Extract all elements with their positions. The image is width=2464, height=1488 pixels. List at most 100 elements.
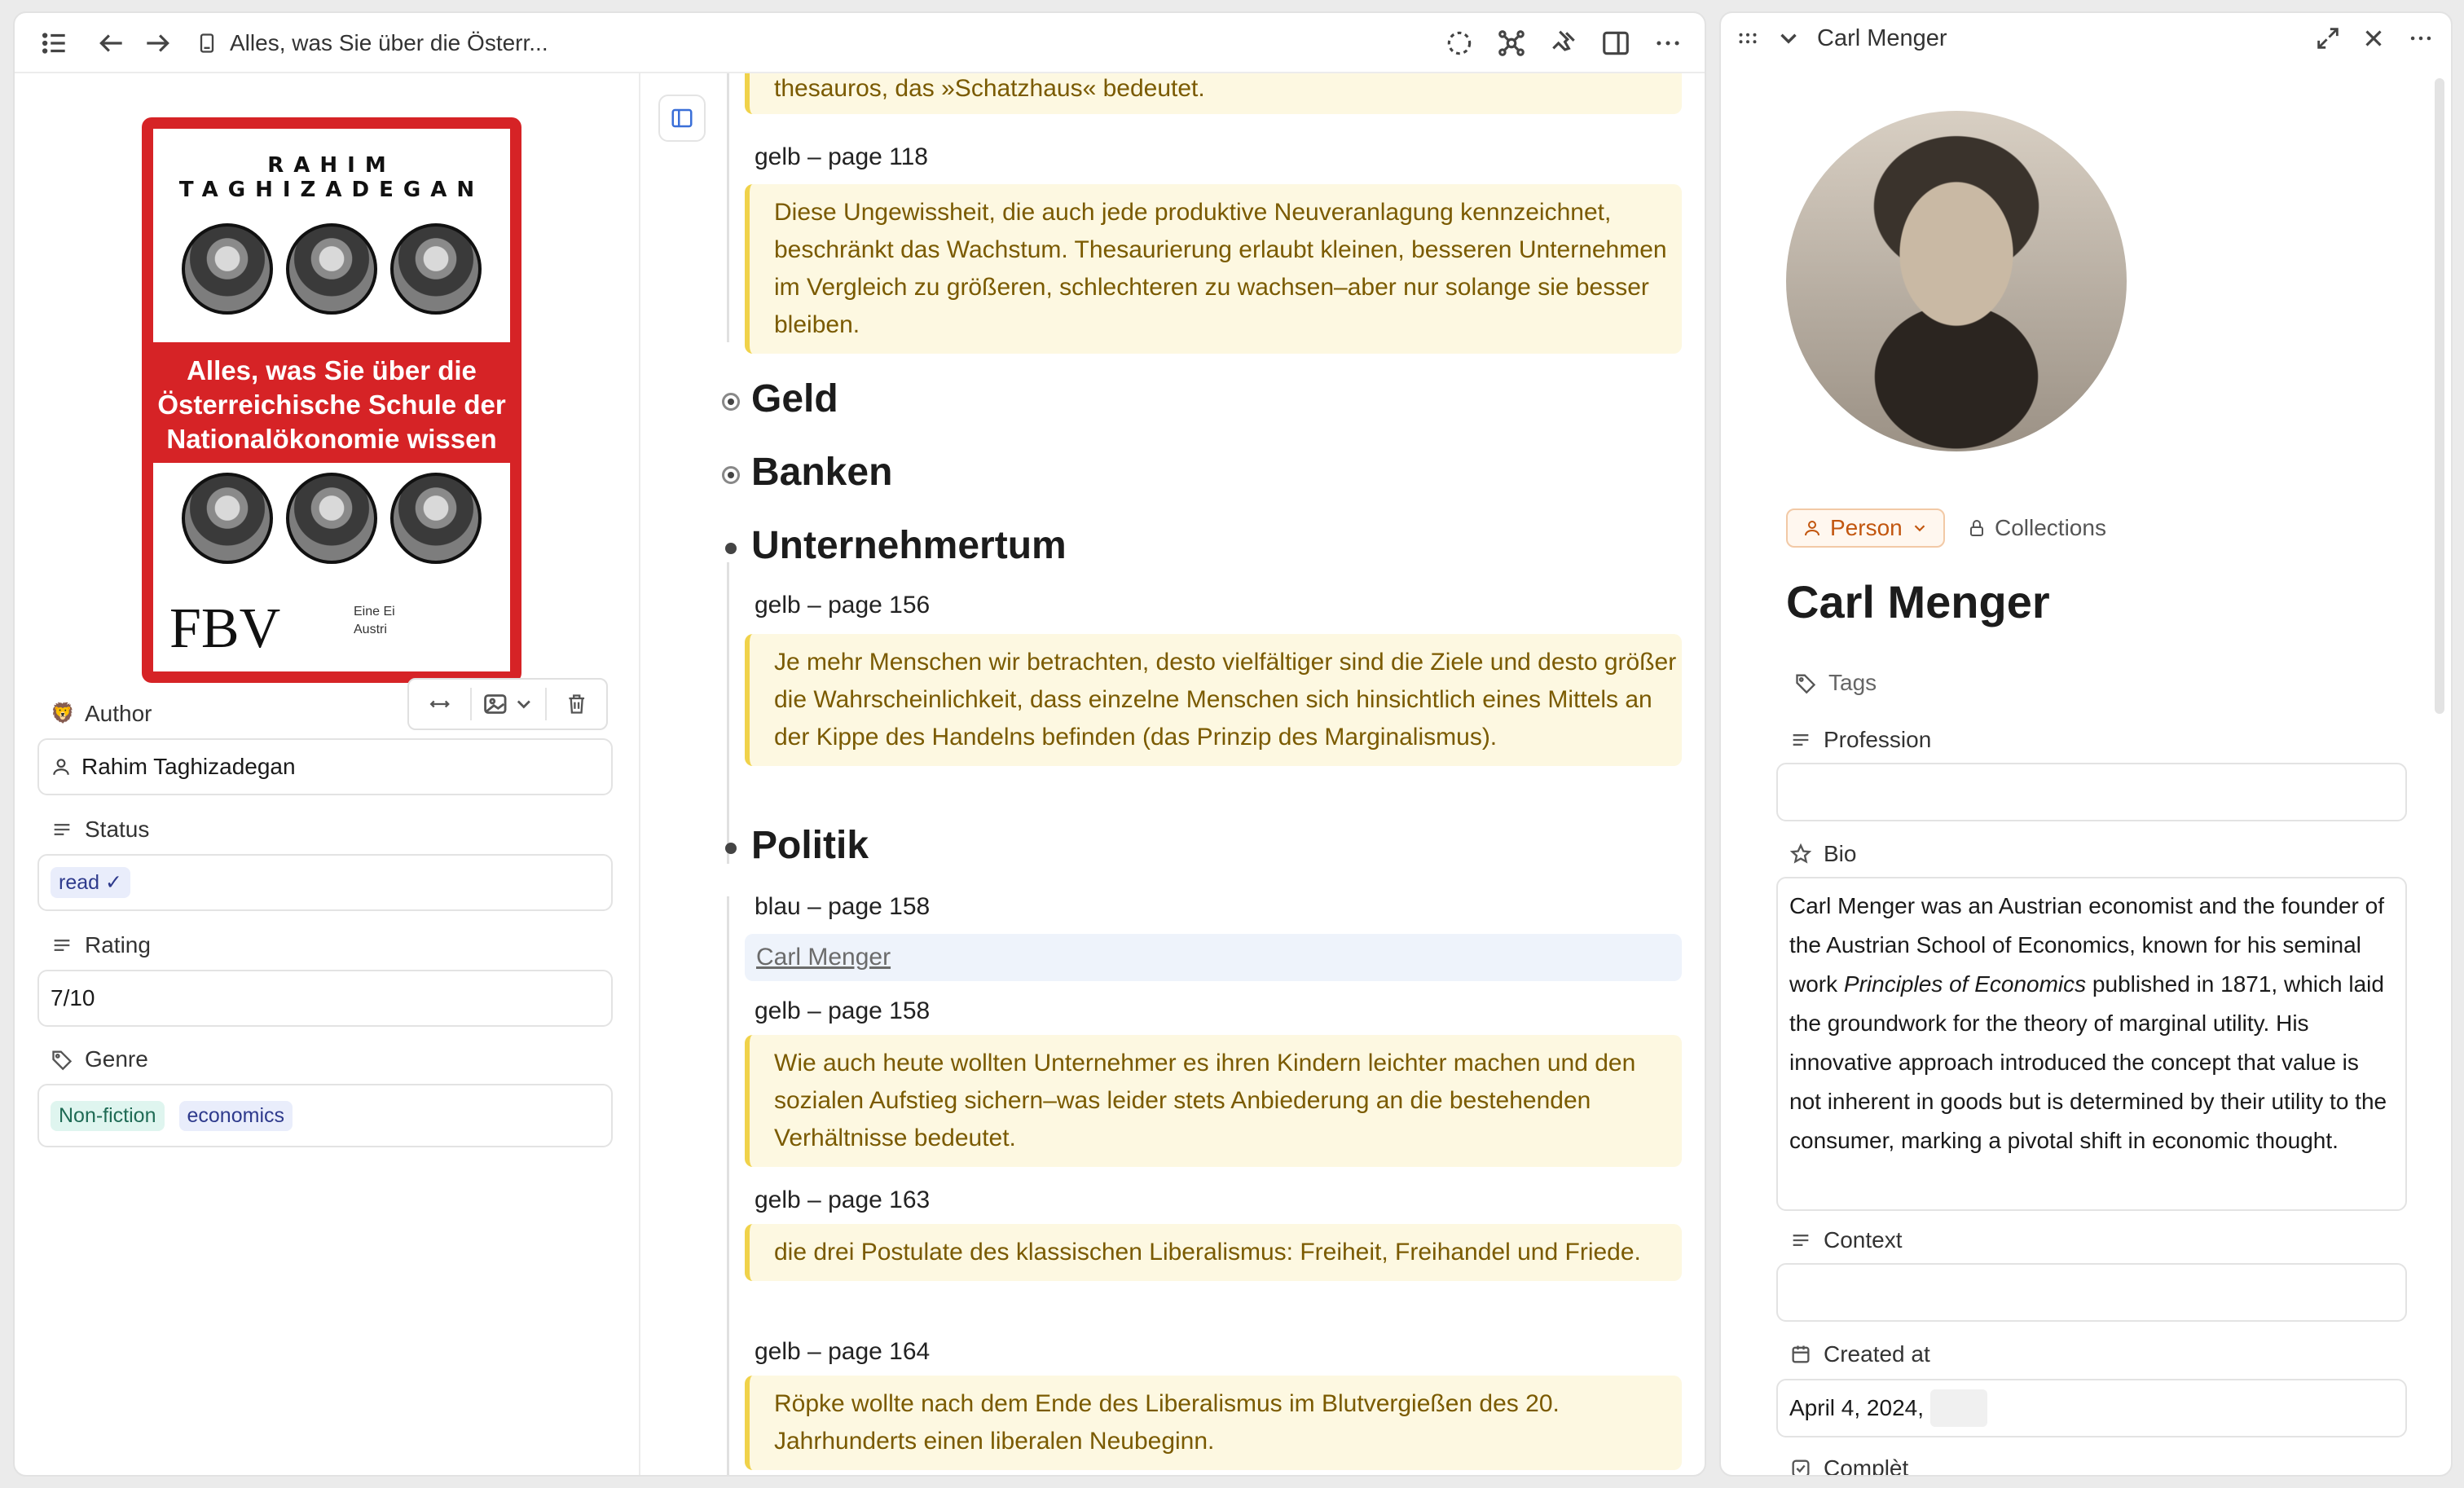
text-lines-icon bbox=[51, 818, 73, 841]
type-label: Person bbox=[1830, 515, 1903, 540]
outline-icon[interactable] bbox=[39, 28, 70, 59]
rating-field[interactable]: 7/10 bbox=[37, 970, 613, 1027]
created-at-label: Created at bbox=[1789, 1341, 1930, 1367]
highlight-quote[interactable]: Röpke wollte nach dem Ende des Liberalis… bbox=[745, 1376, 1682, 1470]
profile-photo[interactable] bbox=[1786, 111, 2127, 451]
close-icon[interactable] bbox=[2360, 24, 2387, 52]
heading-politik[interactable]: Politik bbox=[751, 823, 869, 868]
text-lines-icon bbox=[1789, 1229, 1812, 1252]
block-guide bbox=[727, 73, 729, 342]
calendar-icon bbox=[1789, 1343, 1812, 1366]
toggle-bullet[interactable] bbox=[722, 466, 740, 484]
portrait bbox=[390, 223, 482, 315]
sidebar-toggle-icon[interactable] bbox=[658, 95, 706, 142]
book-cover[interactable]: RAHIM TAGHIZADEGAN Alles, was Sie über d… bbox=[142, 117, 521, 683]
cover-bottom-panel: FBV Eine Ei Austri bbox=[153, 463, 510, 671]
highlight-meta: gelb – page 156 bbox=[755, 592, 931, 619]
created-at-field[interactable]: April 4, 2024, bbox=[1776, 1379, 2407, 1437]
context-field[interactable] bbox=[1776, 1263, 2407, 1322]
rating-label-text: Rating bbox=[85, 932, 151, 958]
peek-panel: Carl Menger Person Collections Carl Meng… bbox=[1719, 11, 2453, 1477]
tags-label: Tags bbox=[1828, 670, 1877, 695]
expand-icon[interactable] bbox=[2314, 24, 2342, 52]
person-icon bbox=[1802, 518, 1822, 538]
highlight-quote[interactable]: Wie auch heute wollten Unternehmer es ih… bbox=[745, 1035, 1682, 1167]
author-value[interactable]: Rahim Taghizadegan bbox=[81, 754, 296, 780]
drag-handle-icon[interactable] bbox=[1734, 24, 1762, 52]
cover-top-panel: RAHIM TAGHIZADEGAN bbox=[153, 129, 510, 342]
forward-arrow-icon[interactable] bbox=[142, 28, 173, 59]
profession-label-text: Profession bbox=[1824, 727, 1932, 752]
graph-icon[interactable] bbox=[1496, 28, 1527, 59]
block-guide bbox=[727, 562, 729, 864]
bio-text-part: published in 1871, which laid the ground… bbox=[1789, 971, 2387, 1153]
highlight-meta: gelb – page 158 bbox=[755, 997, 931, 1024]
cover-subtitle-line: Eine Ei bbox=[354, 605, 395, 619]
status-field[interactable]: read ✓ bbox=[37, 854, 613, 911]
author-field[interactable]: Rahim Taghizadegan bbox=[37, 738, 613, 795]
peek-header: Carl Menger bbox=[1721, 13, 2451, 64]
author-label-text: Author bbox=[85, 701, 152, 726]
status-label: Status bbox=[51, 817, 149, 843]
main-window: Alles, was Sie über die Österr... RAHIM … bbox=[13, 11, 1706, 1477]
rating-value[interactable]: 7/10 bbox=[51, 985, 95, 1011]
resize-width-icon[interactable] bbox=[409, 678, 470, 730]
image-options-icon[interactable] bbox=[472, 678, 544, 730]
status-badge[interactable]: read ✓ bbox=[51, 867, 130, 898]
list-bullet bbox=[725, 843, 737, 854]
created-at-label-text: Created at bbox=[1824, 1341, 1930, 1367]
entity-name[interactable]: Carl Menger bbox=[1786, 575, 2050, 628]
status-label-text: Status bbox=[85, 817, 150, 842]
peek-scrollbar[interactable] bbox=[2435, 78, 2444, 714]
portrait bbox=[182, 223, 273, 315]
block-guide bbox=[727, 896, 729, 1475]
portrait bbox=[286, 223, 377, 315]
tag-icon bbox=[1794, 671, 1817, 694]
chevron-down-icon[interactable] bbox=[1775, 24, 1802, 52]
heading-unternehmertum[interactable]: Unternehmertum bbox=[751, 523, 1067, 568]
bio-text: Carl Menger was an Austrian economist an… bbox=[1789, 878, 2394, 1169]
highlight-quote[interactable]: Je mehr Menschen wir betrachten, desto v… bbox=[745, 634, 1682, 766]
peek-title: Carl Menger bbox=[1817, 24, 1947, 51]
rating-label: Rating bbox=[51, 932, 151, 958]
text-lines-icon bbox=[51, 934, 73, 957]
tags-button[interactable]: Tags bbox=[1794, 670, 1877, 696]
heading-banken[interactable]: Banken bbox=[751, 450, 892, 495]
collections-button[interactable]: Collections bbox=[1967, 508, 2106, 548]
cover-portraits-top bbox=[153, 223, 510, 315]
trash-icon[interactable] bbox=[547, 678, 606, 730]
sync-icon[interactable] bbox=[1444, 28, 1475, 59]
tag-icon bbox=[51, 1048, 73, 1071]
genre-field[interactable]: Non-fiction economics bbox=[37, 1084, 613, 1147]
portrait bbox=[182, 473, 273, 564]
bio-label-text: Bio bbox=[1824, 841, 1857, 866]
profession-field[interactable] bbox=[1776, 763, 2407, 821]
more-icon[interactable] bbox=[1652, 28, 1683, 59]
cover-title-line: Österreichische Schule der bbox=[157, 390, 506, 420]
cover-publisher: FBV bbox=[169, 597, 281, 660]
carl-menger-link[interactable]: Carl Menger bbox=[745, 934, 1682, 981]
genre-tag[interactable]: economics bbox=[178, 1100, 293, 1131]
list-bullet bbox=[725, 543, 737, 554]
split-view-icon[interactable] bbox=[1600, 28, 1631, 59]
checkbox-icon bbox=[1789, 1457, 1812, 1475]
star-icon bbox=[1789, 843, 1812, 865]
toggle-bullet[interactable] bbox=[722, 393, 740, 411]
bio-label: Bio bbox=[1789, 841, 1856, 867]
bio-field[interactable]: Carl Menger was an Austrian economist an… bbox=[1776, 877, 2407, 1211]
properties-pane: RAHIM TAGHIZADEGAN Alles, was Sie über d… bbox=[15, 73, 640, 1475]
genre-tag[interactable]: Non-fiction bbox=[51, 1100, 165, 1131]
highlight-meta: gelb – page 118 bbox=[755, 143, 928, 170]
page-title[interactable]: Alles, was Sie über die Österr... bbox=[230, 13, 548, 73]
pin-icon[interactable] bbox=[1548, 28, 1579, 59]
heading-geld[interactable]: Geld bbox=[751, 376, 838, 421]
type-badge[interactable]: Person bbox=[1786, 508, 1945, 548]
complete-label: Complèt bbox=[1789, 1455, 1908, 1475]
back-arrow-icon[interactable] bbox=[96, 28, 127, 59]
highlight-quote[interactable]: Diese Ungewissheit, die auch jede produk… bbox=[745, 184, 1682, 354]
cover-author: RAHIM TAGHIZADEGAN bbox=[178, 153, 485, 202]
highlight-quote[interactable]: thesauros, das »Schatzhaus« bedeutet. bbox=[745, 73, 1682, 114]
highlight-quote[interactable]: die drei Postulate des klassischen Liber… bbox=[745, 1224, 1682, 1281]
more-icon[interactable] bbox=[2407, 24, 2435, 52]
context-label: Context bbox=[1789, 1227, 1903, 1253]
